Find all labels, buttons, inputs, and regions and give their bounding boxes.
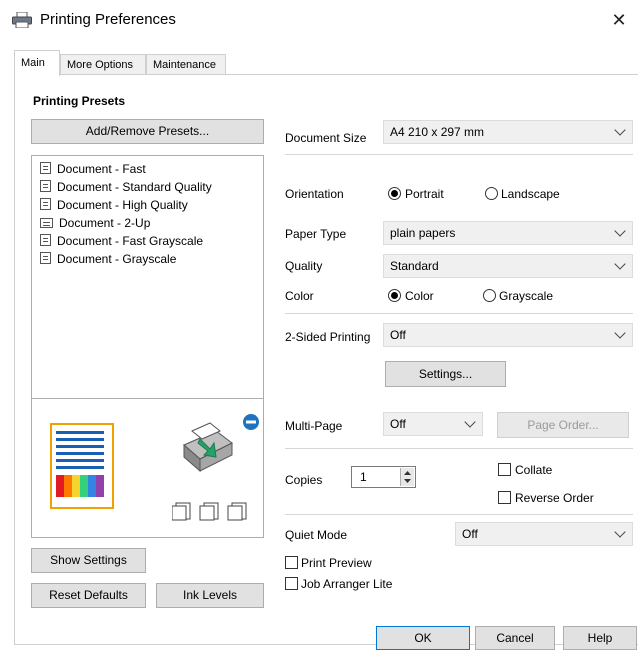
divider xyxy=(285,448,633,449)
chevron-down-icon xyxy=(614,327,626,339)
two-sided-value: Off xyxy=(390,328,406,342)
chevron-down-icon xyxy=(614,225,626,237)
list-item[interactable]: Document - 2-Up xyxy=(40,214,150,232)
divider xyxy=(285,154,633,155)
divider xyxy=(285,313,633,314)
copies-label: Copies xyxy=(285,473,323,487)
quiet-mode-select[interactable]: Off xyxy=(455,522,633,546)
chevron-down-icon xyxy=(614,258,626,270)
reset-defaults-button[interactable]: Reset Defaults xyxy=(31,583,146,608)
printer-icon xyxy=(12,12,32,28)
two-sided-select[interactable]: Off xyxy=(383,323,633,347)
preset-list[interactable]: Document - Fast Document - Standard Qual… xyxy=(31,155,264,398)
landscape-radio[interactable] xyxy=(485,187,498,200)
document-preview-icon xyxy=(50,423,114,509)
title-bar: Printing Preferences ✕ xyxy=(0,0,639,40)
orientation-label: Orientation xyxy=(285,187,344,201)
document-icon xyxy=(40,234,51,246)
copies-order-icon xyxy=(172,502,247,521)
printer-illustration-icon xyxy=(183,422,233,473)
help-button[interactable]: Help xyxy=(563,626,637,650)
document-icon xyxy=(40,198,51,210)
spin-buttons[interactable] xyxy=(400,468,414,486)
color-label: Color xyxy=(285,289,314,303)
printing-presets-heading: Printing Presets xyxy=(33,94,126,108)
two-up-icon xyxy=(40,218,53,228)
close-button[interactable]: ✕ xyxy=(606,8,632,32)
color-radio[interactable] xyxy=(388,289,401,302)
preset-label: Document - Standard Quality xyxy=(57,180,212,194)
quiet-mode-value: Off xyxy=(462,527,478,541)
multi-page-label: Multi-Page xyxy=(285,419,343,433)
document-size-label: Document Size xyxy=(285,131,367,145)
landscape-label: Landscape xyxy=(501,187,560,201)
preset-label: Document - Fast xyxy=(57,162,146,176)
multi-page-value: Off xyxy=(390,417,406,431)
add-remove-presets-button[interactable]: Add/Remove Presets... xyxy=(31,119,264,144)
quality-value: Standard xyxy=(390,259,439,273)
document-icon xyxy=(40,162,51,174)
document-size-value: A4 210 x 297 mm xyxy=(390,125,485,139)
paper-type-label: Paper Type xyxy=(285,227,347,241)
two-sided-settings-button[interactable]: Settings... xyxy=(385,361,506,387)
page-order-button[interactable]: Page Order... xyxy=(497,412,629,438)
job-arranger-checkbox[interactable] xyxy=(285,577,298,590)
list-item[interactable]: Document - Standard Quality xyxy=(40,178,212,196)
tab-more-options[interactable]: More Options xyxy=(60,54,146,74)
quiet-mode-label: Quiet Mode xyxy=(285,528,348,542)
tab-maintenance[interactable]: Maintenance xyxy=(146,54,226,74)
grayscale-radio[interactable] xyxy=(483,289,496,302)
quality-label: Quality xyxy=(285,259,323,273)
grayscale-option-label: Grayscale xyxy=(499,289,554,303)
window-title: Printing Preferences xyxy=(40,11,176,28)
print-preview-pane xyxy=(31,398,264,538)
copies-value: 1 xyxy=(360,470,367,484)
document-icon xyxy=(40,252,51,264)
list-item[interactable]: Document - Grayscale xyxy=(40,250,176,268)
tab-main[interactable]: Main xyxy=(14,50,60,76)
reverse-order-label: Reverse Order xyxy=(515,491,594,505)
portrait-label: Portrait xyxy=(405,187,444,201)
preset-label: Document - Grayscale xyxy=(57,252,177,266)
show-settings-button[interactable]: Show Settings xyxy=(31,548,146,573)
two-sided-label: 2-Sided Printing xyxy=(285,330,371,344)
quality-select[interactable]: Standard xyxy=(383,254,633,278)
multi-page-select[interactable]: Off xyxy=(383,412,483,436)
chevron-down-icon xyxy=(614,124,626,136)
job-arranger-label: Job Arranger Lite xyxy=(301,577,393,591)
reverse-order-checkbox[interactable] xyxy=(498,491,511,504)
list-item[interactable]: Document - Fast xyxy=(40,160,146,178)
list-item[interactable]: Document - High Quality xyxy=(40,196,188,214)
color-option-label: Color xyxy=(405,289,434,303)
ok-button[interactable]: OK xyxy=(376,626,470,650)
chevron-down-icon xyxy=(464,416,476,428)
print-preview-label: Print Preview xyxy=(301,556,372,570)
document-icon xyxy=(40,180,51,192)
list-item[interactable]: Document - Fast Grayscale xyxy=(40,232,203,250)
divider xyxy=(285,514,633,515)
preset-label: Document - 2-Up xyxy=(59,216,151,230)
collate-checkbox[interactable] xyxy=(498,463,511,476)
cancel-button[interactable]: Cancel xyxy=(475,626,555,650)
collate-label: Collate xyxy=(515,463,553,477)
preset-label: Document - Fast Grayscale xyxy=(57,234,204,248)
print-preview-checkbox[interactable] xyxy=(285,556,298,569)
chevron-down-icon xyxy=(614,526,626,538)
collapse-icon[interactable] xyxy=(242,413,260,431)
document-size-select[interactable]: A4 210 x 297 mm xyxy=(383,120,633,144)
portrait-radio[interactable] xyxy=(388,187,401,200)
copies-stepper[interactable]: 1 xyxy=(351,466,416,488)
ink-levels-button[interactable]: Ink Levels xyxy=(156,583,264,608)
paper-type-value: plain papers xyxy=(390,226,456,240)
paper-type-select[interactable]: plain papers xyxy=(383,221,633,245)
spin-arrows-icon xyxy=(404,471,411,483)
preset-label: Document - High Quality xyxy=(57,198,188,212)
